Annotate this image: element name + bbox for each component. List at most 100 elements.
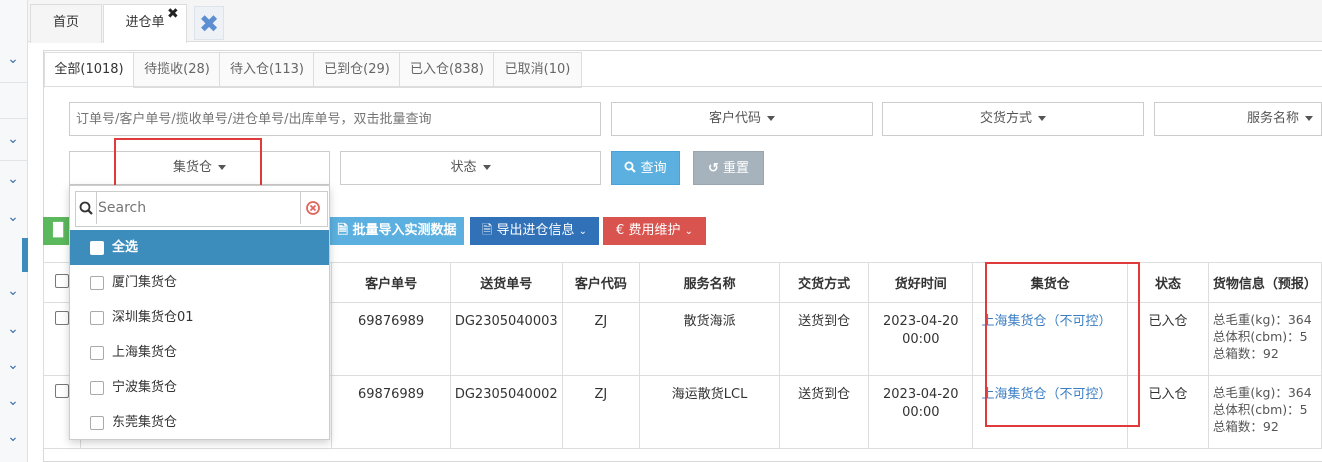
clear-icon[interactable] [300, 192, 327, 224]
nav-divider [0, 160, 28, 161]
tab-pending-inbound[interactable]: 待入仓(113) [219, 52, 315, 88]
header-goods-info: 货物信息（预报） [1207, 262, 1322, 303]
tab-cancelled[interactable]: 已取消(10) [493, 52, 582, 88]
cell-customer-code: ZJ [561, 302, 641, 376]
checkbox[interactable] [90, 241, 104, 255]
dropdown-search-box [75, 191, 328, 227]
select-label: 交货方式 [979, 111, 1032, 126]
cell-delivery-method: 送货到仓 [779, 302, 870, 376]
option-label: 上海集货仓 [112, 345, 178, 360]
service-name-select[interactable]: 服务名称 [1154, 102, 1322, 136]
header-ready-time: 货好时间 [868, 262, 974, 303]
header-customer-code: 客户代码 [561, 262, 641, 303]
cell-goods-info: 总毛重(kg)：364 总体积(cbm)：5 总箱数：92 [1207, 302, 1322, 376]
goods-weight: 总毛重(kg)：364 [1212, 312, 1312, 327]
button-label: 费用维护 [628, 223, 681, 238]
order-search-input[interactable] [69, 102, 601, 136]
header-delivery-no: 送货单号 [449, 262, 563, 303]
dropdown-option[interactable]: 厦门集货仓 [70, 265, 329, 300]
dropdown-search-input[interactable] [98, 192, 296, 224]
select-label: 服务名称 [1247, 111, 1300, 126]
import-measure-button[interactable]: 🗎 批量导入实测数据 [330, 217, 464, 245]
tab-all[interactable]: 全部(1018) [44, 52, 134, 88]
chevron-down-icon[interactable]: ⌄ [4, 356, 22, 374]
caret-down-icon [1305, 116, 1314, 121]
dropdown-select-all[interactable]: 全选 [70, 230, 329, 265]
cell-customer-no: 69876989 [331, 375, 451, 449]
export-info-button[interactable]: 🗎 导出进仓信息 ⌄ [470, 217, 599, 245]
dropdown-option[interactable]: 上海集货仓 [70, 335, 329, 370]
truck-icon: █ [53, 223, 63, 238]
checkbox[interactable] [90, 311, 104, 325]
delivery-method-select[interactable]: 交货方式 [882, 102, 1144, 136]
dropdown-option[interactable]: 东莞集货仓 [70, 405, 329, 440]
cell-service-name: 散货海派 [639, 302, 781, 376]
search-icon [624, 161, 637, 173]
dropdown-option[interactable]: 深圳集货仓01 [70, 300, 329, 335]
dropdown-option[interactable]: 宁波集货仓 [70, 370, 329, 405]
chevron-down-icon[interactable]: ⌄ [4, 320, 22, 338]
tab-stored[interactable]: 已入仓(838) [399, 52, 495, 88]
query-button[interactable]: 查询 [611, 151, 680, 185]
select-all-label: 全选 [112, 240, 139, 255]
option-label: 东莞集货仓 [112, 415, 178, 430]
button-label: 批量导入实测数据 [352, 223, 457, 238]
cell-service-name: 海运散货LCL [639, 375, 781, 449]
chevron-down-icon[interactable]: ⌄ [4, 170, 22, 188]
chevron-down-icon[interactable]: ⌄ [4, 282, 22, 300]
fee-maintain-button[interactable]: € 费用维护 ⌄ [603, 217, 706, 245]
tabs-underline [43, 86, 1322, 87]
top-tab-bar: 首页 进仓单 ✖ ✖ [28, 0, 1322, 43]
customer-code-select[interactable]: 客户代码 [611, 102, 873, 136]
button-label: 查询 [640, 161, 667, 176]
caret-down-icon [1038, 116, 1046, 121]
chevron-down-icon: ⌄ [578, 226, 588, 237]
select-label: 状态 [450, 160, 477, 175]
cell-goods-info: 总毛重(kg)：364 总体积(cbm)：5 总箱数：92 [1207, 375, 1322, 449]
euro-icon: € [616, 223, 625, 238]
option-label: 厦门集货仓 [112, 275, 178, 290]
caret-down-icon [767, 116, 775, 121]
goods-weight: 总毛重(kg)：364 [1212, 385, 1312, 400]
file-export-icon: 🗎 [481, 223, 493, 238]
highlight-box [985, 262, 1140, 427]
reset-button[interactable]: ↺ 重置 [693, 151, 764, 185]
checkbox[interactable] [90, 416, 104, 430]
goods-boxes: 总箱数：92 [1212, 346, 1279, 361]
ready-date: 2023-04-20 [883, 387, 959, 402]
checkbox[interactable] [90, 276, 104, 290]
checkbox[interactable] [54, 273, 69, 288]
checkbox[interactable] [90, 381, 104, 395]
ready-date: 2023-04-20 [883, 314, 959, 329]
search-icon [76, 192, 97, 224]
header-delivery-method: 交货方式 [779, 262, 870, 303]
chevron-down-icon[interactable]: ⌄ [4, 130, 22, 148]
chevron-down-icon[interactable]: ⌄ [4, 208, 22, 226]
file-upload-icon: 🗎 [337, 223, 348, 238]
close-icon[interactable]: ✖ [167, 6, 179, 22]
caret-down-icon [482, 165, 491, 170]
button-label: 导出进仓信息 [496, 223, 575, 238]
cell-ready-time: 2023-04-20 00:00 [868, 375, 974, 449]
select-label: 客户代码 [708, 111, 761, 126]
status-select[interactable]: 状态 [340, 151, 601, 185]
close-all-tabs-icon[interactable]: ✖ [194, 6, 224, 40]
cell-delivery-no: DG2305040003 [449, 302, 563, 376]
goods-boxes: 总箱数：92 [1212, 419, 1279, 434]
tab-arrived[interactable]: 已到仓(29) [313, 52, 401, 88]
chevron-down-icon[interactable]: ⌄ [4, 50, 22, 68]
cell-customer-no: 69876989 [331, 302, 451, 376]
cell-customer-code: ZJ [561, 375, 641, 449]
chevron-down-icon[interactable]: ⌄ [4, 428, 22, 446]
chevron-down-icon[interactable]: ⌄ [4, 392, 22, 410]
left-nav-active-indicator [22, 238, 28, 272]
tab-pending-pickup[interactable]: 待揽收(28) [133, 52, 221, 88]
checkbox[interactable] [54, 311, 69, 325]
tab-label: 进仓单 [125, 15, 165, 30]
ready-clock: 00:00 [902, 405, 940, 420]
cell-delivery-no: DG2305040002 [449, 375, 563, 449]
checkbox[interactable] [54, 384, 69, 398]
chevron-down-icon: ⌄ [684, 226, 693, 237]
checkbox[interactable] [90, 346, 104, 360]
tab-home[interactable]: 首页 [30, 4, 102, 43]
